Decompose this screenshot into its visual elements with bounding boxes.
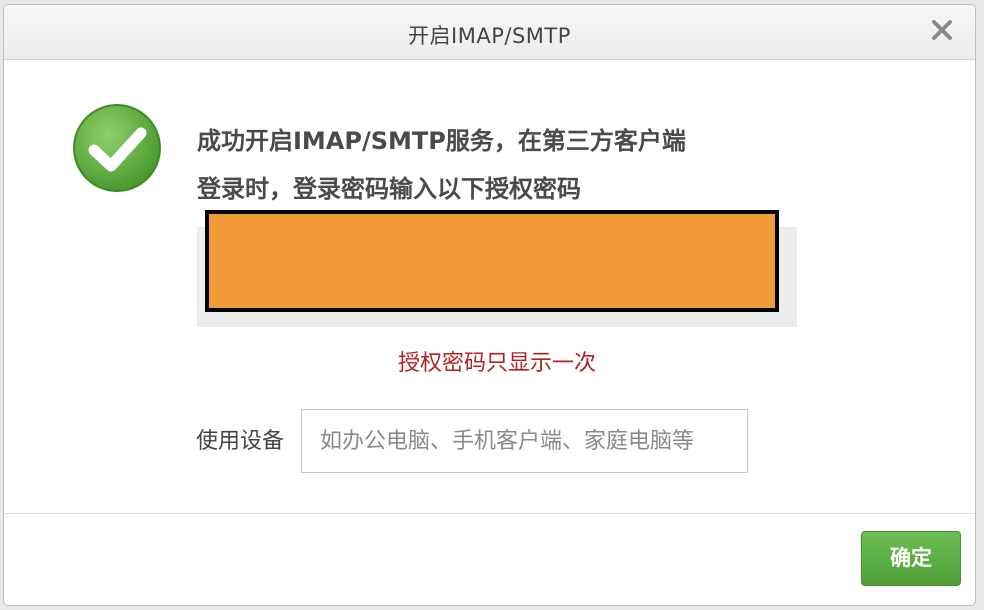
dialog-title: 开启IMAP/SMTP [408, 24, 571, 48]
close-icon[interactable] [929, 17, 955, 43]
footer-divider [4, 513, 975, 514]
auth-code-notice: 授权密码只显示一次 [397, 351, 596, 376]
dialog-titlebar: 开启IMAP/SMTP [4, 5, 975, 60]
checkmark-circle-icon [72, 103, 162, 193]
device-label: 使用设备 [196, 429, 285, 454]
success-message-line2: 登录时，登录密码输入以下授权密码 [197, 175, 581, 203]
device-input[interactable] [301, 409, 748, 473]
success-message-line1: 成功开启IMAP/SMTP服务，在第三方客户端 [197, 127, 686, 155]
auth-code-redacted [205, 210, 779, 312]
imap-smtp-dialog: 开启IMAP/SMTP 成功开启IMAP/SMTP服务，在第三方客户端 登录时，… [3, 4, 976, 606]
ok-button[interactable]: 确定 [861, 531, 961, 586]
success-message: 成功开启IMAP/SMTP服务，在第三方客户端 登录时，登录密码输入以下授权密码 [197, 117, 837, 213]
